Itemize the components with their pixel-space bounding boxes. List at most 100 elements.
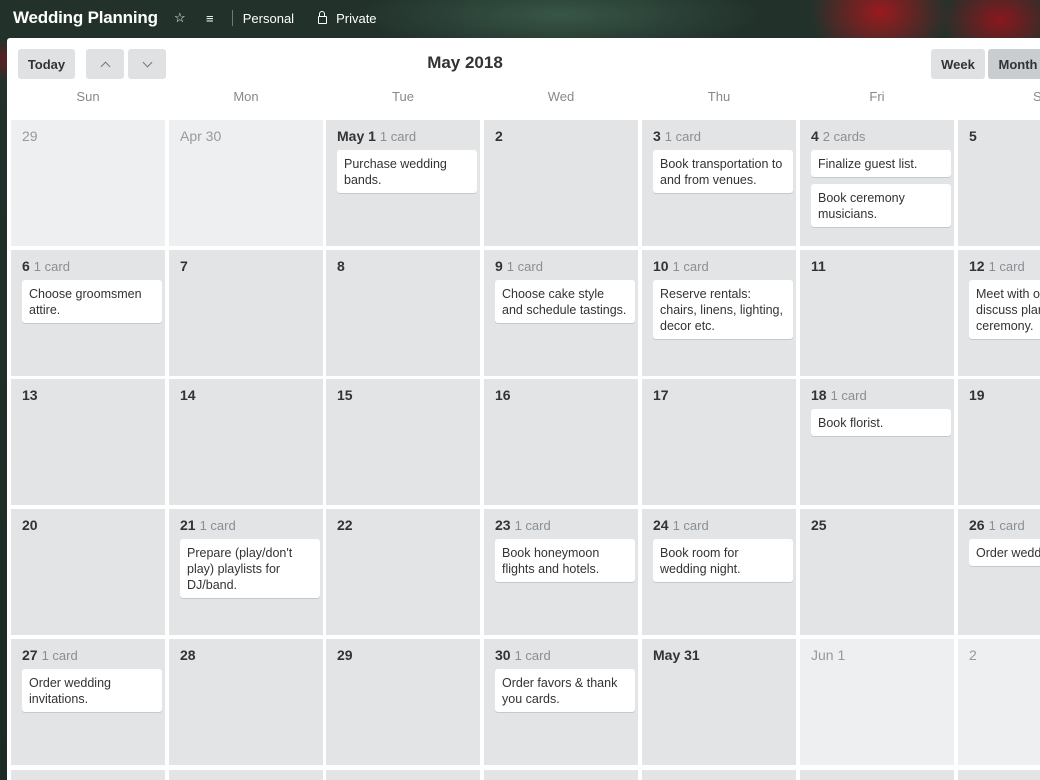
day-cell[interactable]: 21 1 card Prepare (play/don't play) playli… [169,509,323,635]
day-number: 8 [337,258,345,274]
calendar-card[interactable]: Book room for wedding night. [653,539,793,582]
day-header: 31 card [653,128,701,144]
day-cell[interactable]: 10 1 card Reserve rentals: chairs, linens,… [642,250,796,376]
previous-button[interactable] [86,49,124,79]
card-count: 1 card [506,259,543,274]
day-cell[interactable]: 2 [958,639,1040,765]
day-cell [642,770,796,780]
lock-icon[interactable] [318,11,328,24]
day-header: 7 [180,258,188,274]
day-cell[interactable]: 19 [958,379,1040,505]
day-number: 2 [969,647,977,663]
calendar-card[interactable]: Book transportation to and from venues. [653,150,793,193]
calendar-card[interactable]: Purchase wedding bands. [337,150,477,193]
card-count: 1 card [830,388,867,403]
day-cell[interactable]: 25 [800,509,954,635]
day-number: 29 [22,128,38,144]
day-cell[interactable]: 61 card Choose groomsmen attire. [11,250,165,376]
board-title[interactable]: Wedding Planning [13,8,158,28]
day-cell[interactable]: 91 card Choose cake style and schedule ta… [484,250,638,376]
calendar-card[interactable]: Order weddi [969,539,1040,566]
day-header: 22 [337,517,353,533]
day-number: 21 [180,517,196,533]
day-header: 8 [337,258,345,274]
team-button[interactable]: Personal [243,11,294,26]
day-number: 29 [337,647,353,663]
header-divider [231,10,233,26]
day-cell[interactable]: 31 card Book transportation to and from v… [642,120,796,246]
calendar-card[interactable]: Choose cake style and schedule tastings. [495,280,635,323]
calendar-card[interactable]: Reserve rentals: chairs, linens, lightin… [653,280,793,339]
day-header: 28 [180,647,196,663]
day-cell[interactable]: 8 [326,250,480,376]
day-cell[interactable]: 18 1 card Book florist. [800,379,954,505]
visibility-button[interactable]: Private [336,11,376,26]
next-button[interactable] [128,49,166,79]
day-number: 6 [22,258,30,274]
card-count: 1 card [41,648,78,663]
day-cell[interactable]: 5 [958,120,1040,246]
day-cell[interactable]: 42 cards Finalize guest list. Book ceremon… [800,120,954,246]
calendar-card[interactable]: Order favors & thank you cards. [495,669,635,712]
day-cell[interactable]: 17 [642,379,796,505]
day-cell[interactable]: 20 [11,509,165,635]
weekday-header: Fri [869,89,885,104]
day-cell[interactable]: 121 card Meet with of discuss plan ceremo… [958,250,1040,376]
day-header: 23 1 card [495,517,551,533]
day-cell[interactable]: 30 1 card Order favors & thank you cards. [484,639,638,765]
day-cell[interactable]: 7 [169,250,323,376]
star-icon[interactable]: ☆ [172,10,188,26]
day-number: 12 [969,258,985,274]
day-number: May 1 [337,128,376,144]
day-header: Apr 30 [180,128,221,144]
day-cell[interactable]: 29 [11,120,165,246]
day-cell[interactable]: Jun 1 [800,639,954,765]
week-view-button[interactable]: Week [931,49,985,79]
day-cell[interactable]: 14 [169,379,323,505]
day-header: 29 [22,128,38,144]
day-cell[interactable]: 27 1 card Order wedding invitations. [11,639,165,765]
calendar-card[interactable]: Book florist. [811,409,951,436]
card-count: 1 card [379,129,417,144]
weekday-header: Thu [707,89,731,104]
day-header: 21 1 card [180,517,236,533]
day-cell[interactable]: 13 [11,379,165,505]
day-number: 24 [653,517,669,533]
weekday-header: S [1033,89,1040,104]
card-count: 1 card [664,129,701,144]
day-cell[interactable]: 24 1 card Book room for wedding night. [642,509,796,635]
calendar-card[interactable]: Prepare (play/don't play) playlists for … [180,539,320,598]
day-number: 25 [811,517,827,533]
calendar-card[interactable]: Book honeymoon flights and hotels. [495,539,635,582]
day-cell [169,770,323,780]
day-header: 24 1 card [653,517,709,533]
day-header: 14 [180,387,196,403]
card-count: 1 card [672,518,709,533]
day-cell[interactable]: 2 [484,120,638,246]
day-cell[interactable]: 28 [169,639,323,765]
day-cell[interactable]: 16 [484,379,638,505]
calendar-card[interactable]: Book ceremony musicians. [811,184,951,227]
card-count: 1 card [199,518,236,533]
day-cell[interactable]: 15 [326,379,480,505]
day-cell[interactable]: 26 1 card Order weddi [958,509,1040,635]
day-cell[interactable]: 23 1 card Book honeymoon flights and hotel… [484,509,638,635]
day-cell[interactable]: Apr 30 [169,120,323,246]
calendar-card[interactable]: Finalize guest list. [811,150,951,177]
menu-icon[interactable]: ≡ [202,11,218,26]
day-cell [484,770,638,780]
calendar-card[interactable]: Meet with of discuss plan ceremony. [969,280,1040,339]
day-cell[interactable]: May 31 [642,639,796,765]
month-view-button[interactable]: Month [988,49,1040,79]
day-number: 10 [653,258,669,274]
day-header: 11 [811,258,826,274]
day-cell[interactable]: May 11 card Purchase wedding bands. [326,120,480,246]
day-header: 5 [969,128,977,144]
calendar-card[interactable]: Order wedding invitations. [22,669,162,712]
today-button[interactable]: Today [18,49,75,79]
day-cell[interactable]: 22 [326,509,480,635]
day-cell[interactable]: 29 [326,639,480,765]
calendar-card[interactable]: Choose groomsmen attire. [22,280,162,323]
day-header: 91 card [495,258,543,274]
day-cell[interactable]: 11 [800,250,954,376]
